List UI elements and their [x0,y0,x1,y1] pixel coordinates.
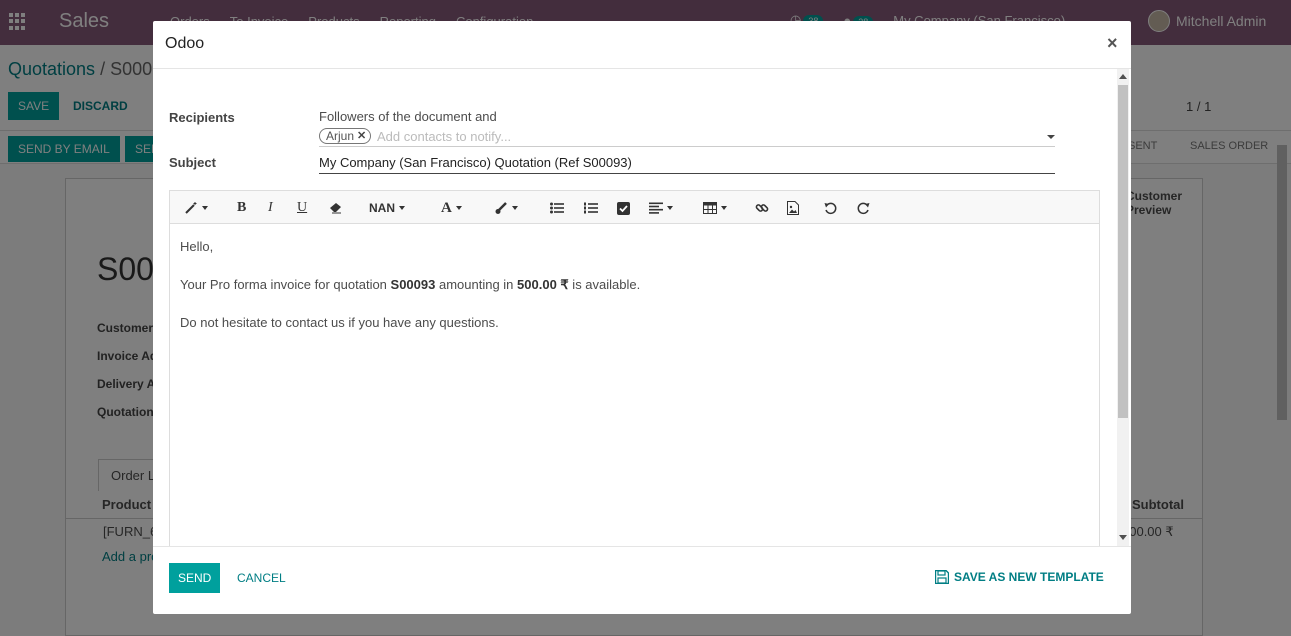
html-editor: B I U NAN A Hello, Your Pro forma invoic… [169,190,1100,546]
scroll-down-icon[interactable] [1119,535,1127,540]
body-text-prefix: Your Pro forma invoice for quotation [180,277,391,292]
dialog-body: Recipients Followers of the document and… [153,69,1131,546]
close-icon[interactable]: × [1107,33,1118,54]
underline-icon[interactable]: U [297,198,307,218]
save-as-template-button[interactable]: SAVE AS NEW TEMPLATE [935,570,1104,584]
compose-email-dialog: Odoo × Recipients Followers of the docum… [153,21,1131,614]
font-size-dropdown[interactable]: NAN [369,198,405,218]
cancel-button[interactable]: CANCEL [237,571,286,585]
highlight-color-dropdown[interactable] [494,198,518,218]
floppy-disk-icon [935,570,949,584]
quotation-ref: S00093 [390,277,436,292]
body-text-suffix: is available. [568,277,641,292]
editor-toolbar: B I U NAN A [170,191,1099,224]
italic-icon[interactable]: I [268,198,273,218]
body-text-mid: amounting in [435,277,518,292]
eraser-icon[interactable] [329,198,343,218]
dialog-header: Odoo × [153,21,1131,69]
send-button[interactable]: SEND [169,563,221,593]
style-dropdown[interactable] [184,198,208,218]
recipient-tag-label: Arjun [326,129,355,143]
amount-value: 500.00 ₹ [517,277,569,292]
image-icon[interactable] [787,198,799,218]
recipients-input[interactable] [377,128,977,144]
table-icon [703,202,717,214]
bullet-list-icon[interactable] [550,198,564,218]
checklist-icon[interactable] [617,198,630,218]
dialog-footer: SEND CANCEL SAVE AS NEW TEMPLATE [153,546,1131,614]
save-as-template-label: SAVE AS NEW TEMPLATE [954,570,1104,584]
link-icon[interactable] [755,198,769,218]
undo-icon[interactable] [824,198,837,218]
bold-icon[interactable]: B [237,198,246,218]
body-paragraph: Your Pro forma invoice for quotation S00… [180,275,1080,294]
remove-tag-icon[interactable]: ✕ [357,129,366,143]
magic-wand-icon [185,202,197,214]
dialog-title: Odoo [165,35,205,52]
font-size-label: NAN [369,201,395,215]
font-color-icon: A [441,199,452,216]
paintbrush-icon [495,202,507,214]
redo-icon[interactable] [857,198,870,218]
subject-input[interactable] [319,152,1055,174]
scrollbar-thumb[interactable] [1118,85,1128,418]
subject-label: Subject [169,155,216,170]
email-body[interactable]: Hello, Your Pro forma invoice for quotat… [180,237,1080,351]
recipients-field[interactable]: Arjun ✕ [319,127,1055,147]
closing-text: Do not hesitate to contact us if you hav… [180,315,499,330]
numbered-list-icon[interactable] [584,198,598,218]
scroll-up-icon[interactable] [1119,74,1127,79]
followers-text: Followers of the document and [319,109,497,124]
recipients-label: Recipients [169,110,235,125]
chevron-down-icon[interactable] [1047,135,1055,139]
dialog-scrollbar[interactable] [1117,69,1129,546]
greeting-text: Hello, [180,239,214,254]
align-left-icon [649,202,663,214]
table-dropdown[interactable] [703,198,727,218]
recipient-tag: Arjun ✕ [319,128,372,144]
paragraph-align-dropdown[interactable] [649,198,673,218]
font-color-dropdown[interactable]: A [441,198,462,218]
